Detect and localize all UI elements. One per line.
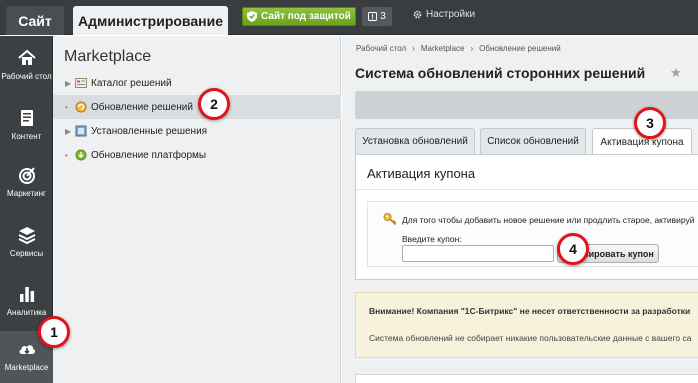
warning-title: Внимание! Компания "1С-Битрикс" не несет…: [369, 306, 691, 316]
settings-button[interactable]: Настройки: [413, 9, 475, 20]
menu-item-platform-update[interactable]: • Обновление платформы: [53, 143, 341, 167]
main-content: Рабочий стол › Marketplace › Обновление …: [342, 36, 698, 383]
sidebar-label-services: Сервисы: [9, 249, 44, 258]
cloud-download-icon: [18, 345, 35, 355]
menu-item-label: Обновление платформы: [91, 149, 207, 161]
coupon-input[interactable]: [402, 245, 554, 262]
sidebar-label-analytics: Аналитика: [6, 308, 47, 317]
key-icon: [383, 213, 397, 226]
bullet-icon: •: [65, 150, 68, 160]
notification-count: 3: [380, 11, 386, 22]
sidebar-label-content: Контент: [11, 132, 42, 141]
top-bar: Сайт Администрирование Сайт под защитой …: [0, 0, 698, 35]
settings-label: Настройки: [426, 9, 476, 20]
site-tab[interactable]: Сайт: [6, 6, 64, 35]
sidebar-label-marketing: Маркетинг: [7, 189, 46, 198]
callout-marker-3: 3: [634, 107, 666, 139]
breadcrumb-item[interactable]: Marketplace: [421, 44, 465, 53]
target-icon: [18, 167, 35, 184]
menu-title: Marketplace: [64, 48, 152, 65]
catalog-icon: [75, 78, 87, 88]
document-icon: [20, 110, 33, 126]
menu-item-installed[interactable]: ▶ Установленные решения: [53, 119, 341, 143]
site-protected-label: Сайт под защитой: [261, 11, 351, 22]
menu-item-catalog[interactable]: ▶ Каталог решений: [53, 71, 341, 95]
warning-box: Внимание! Компания "1С-Битрикс" не несет…: [355, 292, 698, 358]
page-title: Система обновлений сторонних решений: [355, 65, 646, 81]
panel-title: Активация купона: [367, 166, 476, 181]
callout-marker-1: 1: [38, 316, 70, 348]
divider: [356, 189, 698, 190]
home-icon: [17, 49, 36, 65]
menu-item-label: Обновление решений: [91, 101, 193, 113]
bar-chart-icon: [19, 287, 34, 302]
menu-item-updates[interactable]: • Обновление решений: [53, 95, 341, 119]
notifications-button[interactable]: 3: [362, 7, 392, 26]
sidebar-label-marketplace: Marketplace: [4, 363, 49, 372]
coupon-panel: Активация купона Для того чтобы добавить…: [355, 154, 698, 280]
bottom-panel: [355, 374, 698, 383]
menu-item-label: Каталог решений: [91, 77, 172, 89]
coupon-form-box: Для того чтобы добавить новое решение ил…: [367, 201, 698, 267]
admin-tab[interactable]: Администрирование: [73, 6, 228, 35]
update-icon: [75, 101, 87, 113]
star-icon[interactable]: ★: [670, 65, 682, 81]
menu-item-label: Установленные решения: [91, 125, 208, 137]
bullet-icon: •: [65, 102, 68, 112]
tab-updates-list[interactable]: Список обновлений: [480, 128, 586, 154]
warning-text: Система обновлений не собирает никакие п…: [369, 333, 692, 343]
coupon-info-text: Для того чтобы добавить новое решение ил…: [402, 215, 695, 225]
sidebar-item-desktop[interactable]: Рабочий стол: [0, 40, 53, 98]
sidebar-label-desktop: Рабочий стол: [1, 72, 52, 81]
notification-icon: [368, 12, 378, 21]
expand-arrow-icon[interactable]: ▶: [65, 79, 75, 88]
shield-icon: [247, 11, 258, 22]
sidebar-item-services[interactable]: Сервисы: [0, 217, 53, 275]
sidebar-item-content[interactable]: Контент: [0, 100, 53, 158]
expand-arrow-icon[interactable]: ▶: [65, 127, 75, 136]
breadcrumb-separator-icon: ›: [412, 44, 415, 53]
callout-marker-4: 4: [557, 233, 589, 265]
platform-update-icon: [75, 149, 87, 161]
callout-marker-2: 2: [198, 88, 230, 120]
coupon-field-label: Введите купон:: [402, 234, 462, 244]
site-protected-button[interactable]: Сайт под защитой: [242, 7, 356, 26]
sidebar-item-marketing[interactable]: Маркетинг: [0, 157, 53, 215]
tab-install-updates[interactable]: Установка обновлений: [355, 128, 475, 154]
breadcrumb: Рабочий стол › Marketplace › Обновление …: [356, 44, 561, 53]
layers-icon: [18, 227, 35, 245]
breadcrumb-item[interactable]: Обновление решений: [479, 44, 561, 53]
breadcrumb-item[interactable]: Рабочий стол: [356, 44, 406, 53]
installed-icon: [75, 125, 87, 137]
marketplace-menu: Marketplace ▶ Каталог решений • Обновлен…: [53, 36, 341, 383]
breadcrumb-separator-icon: ›: [470, 44, 474, 53]
gear-icon: [413, 10, 422, 19]
